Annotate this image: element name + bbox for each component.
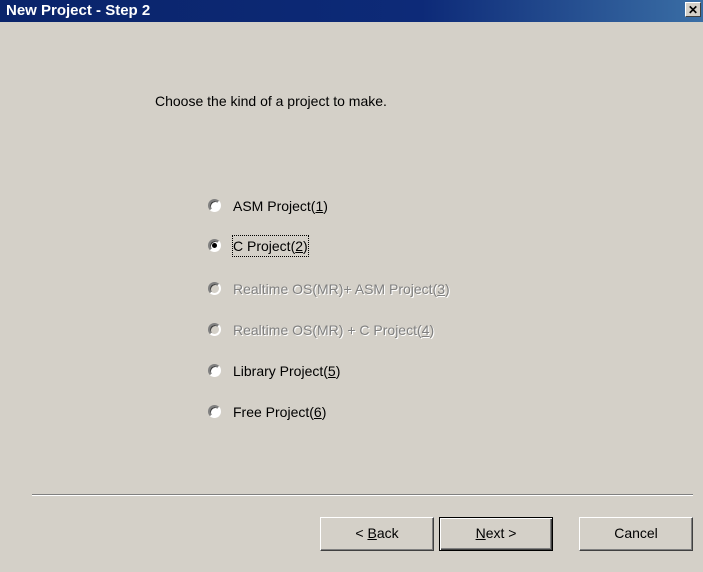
option-label: C Project(2) <box>232 235 309 257</box>
option-label: Realtime OS(MR) + C Project(4) <box>233 322 435 338</box>
radio-icon[interactable] <box>208 364 221 377</box>
next-button[interactable]: Next > <box>439 517 553 551</box>
new-project-dialog: New Project - Step 2 ✕ Choose the kind o… <box>0 0 703 572</box>
title-bar[interactable]: New Project - Step 2 ✕ <box>0 0 703 22</box>
separator <box>32 494 693 496</box>
close-icon: ✕ <box>687 3 699 17</box>
radio-icon <box>208 323 221 336</box>
back-button[interactable]: < Back <box>320 517 434 551</box>
window-title: New Project - Step 2 <box>6 2 151 19</box>
radio-icon <box>208 282 221 295</box>
cancel-button[interactable]: Cancel <box>579 517 693 551</box>
radio-selected-icon[interactable] <box>208 239 221 252</box>
option-label: Free Project(6) <box>233 404 327 420</box>
close-button[interactable]: ✕ <box>685 2 701 17</box>
radio-icon[interactable] <box>208 405 221 418</box>
option-label: Library Project(5) <box>233 363 341 379</box>
option-label: ASM Project(1) <box>233 198 328 214</box>
radio-icon[interactable] <box>208 199 221 212</box>
option-label: Realtime OS(MR)+ ASM Project(3) <box>233 281 450 297</box>
instruction-text: Choose the kind of a project to make. <box>155 93 387 109</box>
